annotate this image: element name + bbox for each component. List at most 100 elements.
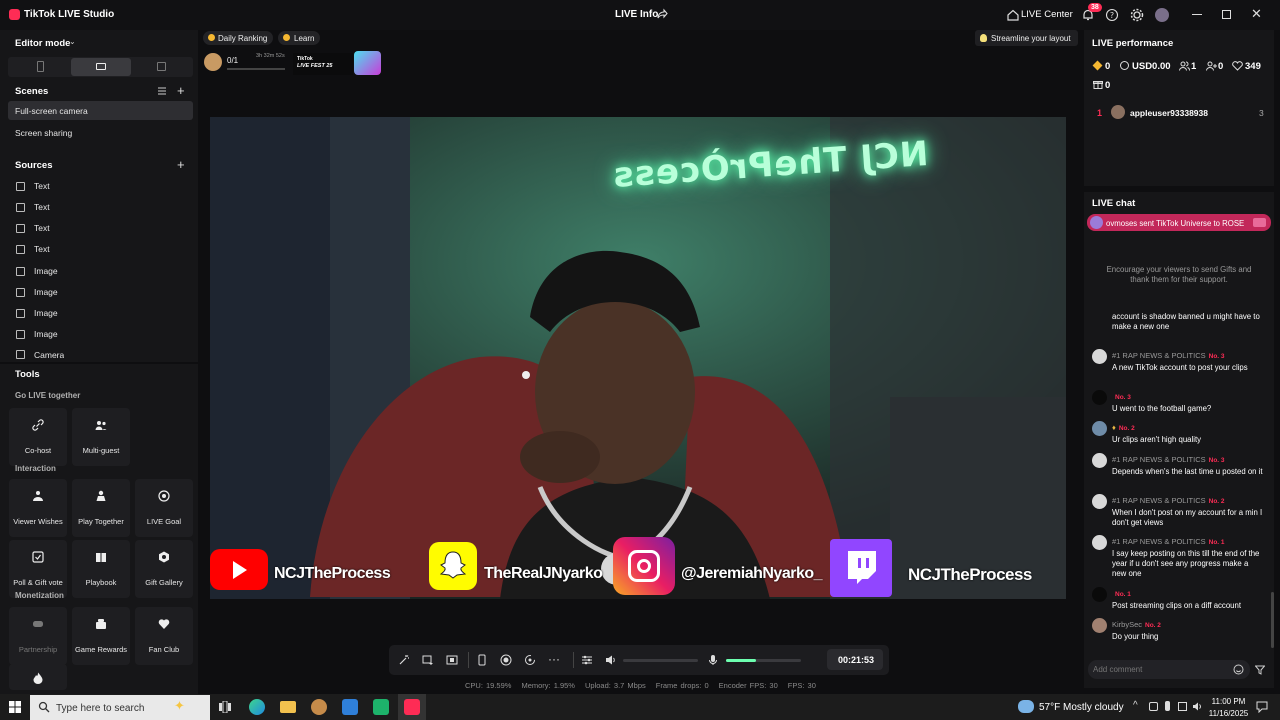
layout-icon[interactable] [446, 654, 458, 666]
speaker-icon[interactable] [605, 654, 617, 666]
chat-scrollbar[interactable] [1271, 592, 1274, 648]
search-icon [38, 701, 50, 713]
chat-username-text: #1 RAP NEWS & POLITICS [1112, 351, 1206, 360]
chat-messages[interactable]: account is shadow banned u might have to… [1084, 311, 1274, 648]
live-info-title[interactable]: LIVE Info [615, 9, 658, 20]
microphone-icon[interactable] [707, 654, 719, 666]
record-icon[interactable] [500, 654, 512, 666]
source-item-image[interactable]: Image [16, 328, 58, 340]
fest-line2: LIVE FEST 25 [297, 63, 333, 69]
live-preview[interactable]: NCJ ThePrÒcess NCJTheProcess TheRealJNya… [210, 117, 1066, 599]
chat-username-text: #1 RAP NEWS & POLITICS [1112, 496, 1206, 505]
youtube-play-icon [233, 561, 247, 579]
user-avatar[interactable] [1155, 8, 1169, 22]
scene-label: Full-screen camera [15, 106, 88, 116]
portrait-layout-icon[interactable] [37, 61, 44, 72]
gamepad-icon [33, 621, 43, 627]
multi-guest-button[interactable]: Multi-guest [72, 408, 130, 466]
ranking-timer: 3h 32m 52s [256, 53, 285, 59]
tray-chevron-icon[interactable]: ^ [1133, 700, 1138, 711]
windows-start-icon[interactable] [9, 701, 21, 713]
home-icon[interactable] [1006, 8, 1020, 22]
source-item-text[interactable]: Text [16, 243, 50, 255]
camera-icon [16, 350, 25, 359]
tray-app-icon[interactable] [1149, 702, 1158, 711]
tray-mic-icon[interactable] [1165, 701, 1170, 711]
live-goal-button[interactable]: LIVE Goal [135, 479, 193, 537]
filter-icon[interactable] [1255, 665, 1265, 675]
top-viewer-name[interactable]: appleuser93338938 [1130, 108, 1208, 118]
volume-slider[interactable] [623, 659, 698, 662]
app-blue-icon[interactable] [342, 699, 358, 715]
clock-date[interactable]: 11/16/2025 [1206, 709, 1251, 718]
emoji-icon[interactable] [1233, 664, 1244, 675]
co-host-button[interactable]: Co-host [9, 408, 67, 466]
add-source-button-icon[interactable] [422, 654, 434, 666]
comment-input[interactable] [1093, 663, 1223, 676]
source-item-camera[interactable]: Camera [16, 349, 64, 360]
chat-message-text: When I don't post on my account for a mi… [1112, 508, 1263, 527]
minimize-icon[interactable] [1192, 14, 1202, 15]
source-item-text[interactable]: Text [16, 201, 50, 213]
fan-badge: No. 3 [1208, 353, 1225, 360]
magic-wand-icon[interactable] [398, 654, 410, 666]
maximize-icon[interactable] [1222, 10, 1231, 19]
usd-earnings: USD0.00 [1132, 61, 1171, 72]
settings-gear-icon[interactable] [1130, 8, 1144, 22]
notification-center-icon[interactable] [1256, 701, 1268, 713]
chat-username: #1 RAP NEWS & POLITICS No. 3 [1112, 351, 1225, 360]
playbook-button[interactable]: Playbook [72, 540, 130, 598]
svg-text:?: ? [1110, 11, 1114, 20]
add-source-icon[interactable]: + [177, 157, 185, 172]
more-tool-button[interactable] [9, 664, 67, 690]
gift-gallery-button[interactable]: Gift Gallery [135, 540, 193, 598]
live-center-button[interactable]: LIVE Center [1021, 9, 1073, 20]
clock-time[interactable]: 11:00 PM [1211, 697, 1246, 706]
app-green-icon[interactable] [373, 699, 389, 715]
editor-mode-dropdown[interactable]: Editor mode [15, 38, 70, 49]
app-monkey-icon[interactable] [311, 699, 327, 715]
source-item-text[interactable]: Text [16, 222, 50, 234]
frame-drops-stat: Frame drops: 0 [655, 681, 709, 690]
list-icon[interactable] [157, 86, 167, 96]
task-view-icon[interactable] [219, 701, 231, 713]
instagram-lens [637, 559, 651, 573]
gift-banner-icon [1253, 218, 1266, 227]
game-rewards-button[interactable]: Game Rewards [72, 607, 130, 665]
dual-layout-icon[interactable] [157, 62, 166, 71]
fan-club-button[interactable]: Fan Club [135, 607, 193, 665]
viewer-wishes-button[interactable]: Viewer Wishes [9, 479, 67, 537]
source-item-image[interactable]: Image [16, 265, 58, 277]
more-options-icon[interactable]: ··· [548, 652, 560, 666]
source-item-text[interactable]: Text [16, 180, 50, 192]
partnership-button[interactable]: Partnership [9, 607, 67, 665]
memory-stat: Memory: 1.95% [521, 681, 575, 690]
scene-item-full-screen-camera[interactable]: Full-screen camera [8, 101, 193, 120]
weather-text[interactable]: 57°F Mostly cloudy [1039, 702, 1124, 713]
scene-item-screen-sharing[interactable]: Screen sharing [8, 123, 193, 142]
edge-browser-icon[interactable] [249, 699, 265, 715]
file-explorer-icon[interactable] [280, 701, 296, 713]
help-icon[interactable]: ? [1105, 8, 1119, 22]
source-item-image[interactable]: Image [16, 286, 58, 298]
text-icon [16, 223, 25, 233]
chevron-down-icon[interactable]: ⌄ [69, 37, 76, 46]
add-scene-icon[interactable]: + [177, 83, 185, 98]
replay-icon[interactable] [524, 654, 536, 666]
close-icon[interactable]: ✕ [1251, 7, 1262, 22]
source-item-image[interactable]: Image [16, 307, 58, 319]
people-icon [95, 421, 107, 430]
chat-message-text: Ur clips aren't high quality [1112, 435, 1202, 444]
volume-tray-icon[interactable] [1192, 701, 1203, 712]
network-icon[interactable] [1178, 702, 1187, 711]
fan-badge: No. 3 [1115, 394, 1131, 401]
cpu-stat: CPU: 19.59% [465, 681, 512, 690]
share-icon[interactable] [656, 8, 668, 20]
portrait-preview-icon[interactable] [476, 654, 488, 666]
poll-gift-vote-button[interactable]: Poll & Gift vote [9, 540, 67, 598]
tools-title: Tools [15, 369, 40, 380]
chat-message-text: I say keep posting on this till the end … [1112, 549, 1260, 578]
audio-mixer-icon[interactable] [581, 654, 593, 666]
mic-slider[interactable] [726, 659, 801, 662]
play-together-button[interactable]: Play Together [72, 479, 130, 537]
